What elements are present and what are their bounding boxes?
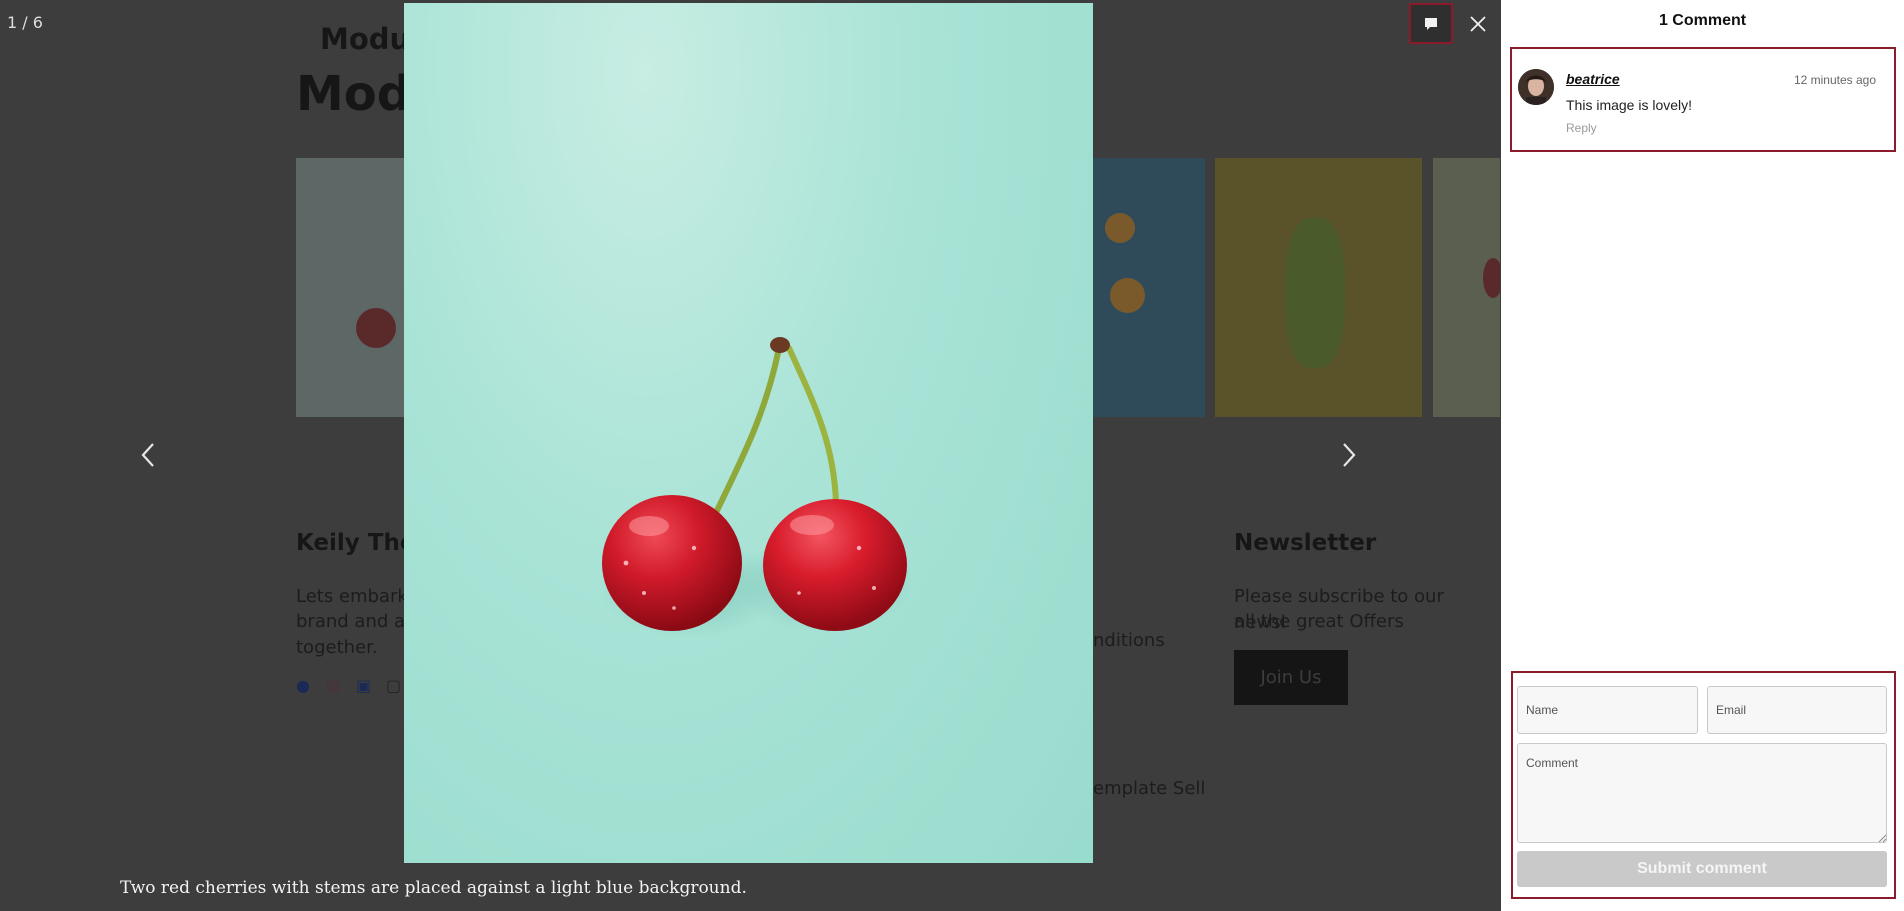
chevron-right-icon <box>1343 443 1356 467</box>
cherries-illustration <box>599 337 914 638</box>
comment-timestamp: 12 minutes ago <box>1793 73 1876 87</box>
comments-sidebar: 1 Comment beatrice 12 minutes ago This i… <box>1501 0 1904 911</box>
comment-icon <box>1425 17 1437 30</box>
submit-comment-button[interactable]: Submit comment <box>1517 851 1887 887</box>
close-icon <box>1470 15 1486 32</box>
avatar <box>1518 69 1554 105</box>
bg-newsletter-text-line: all the great Offers <box>1234 611 1404 632</box>
chevron-left-icon <box>141 443 154 467</box>
comment-author[interactable]: beatrice <box>1566 71 1620 87</box>
bg-join-button: Join Us <box>1234 650 1348 705</box>
bg-facebook-icon: ● <box>296 676 310 695</box>
bg-footer-link-fragment: emplate Sell <box>1093 778 1206 799</box>
bg-gallery-card <box>1433 158 1500 417</box>
bg-footer-heading: Keily The <box>296 530 416 556</box>
bg-nav-title: Modu <box>320 22 411 56</box>
bg-newsletter-heading: Newsletter <box>1234 530 1377 556</box>
previous-image-button[interactable] <box>136 440 160 470</box>
image-caption: Two red cherries with stems are placed a… <box>120 878 747 898</box>
toggle-comments-button[interactable] <box>1409 3 1453 44</box>
email-field[interactable] <box>1707 686 1887 734</box>
bg-gallery-card <box>1215 158 1422 417</box>
image-counter: 1 / 6 <box>7 13 43 32</box>
resize-grip-icon[interactable] <box>1877 833 1887 843</box>
comment-item: beatrice 12 minutes ago This image is lo… <box>1510 47 1896 152</box>
comment-text: This image is lovely! <box>1566 97 1693 113</box>
comment-form: Submit comment <box>1511 671 1896 899</box>
close-lightbox-button[interactable] <box>1456 3 1500 44</box>
bg-hero-title: Mod <box>296 66 412 122</box>
bg-footer-link-fragment: nditions <box>1093 630 1165 651</box>
bg-footer-text-line: together. <box>296 637 378 658</box>
name-field[interactable] <box>1517 686 1698 734</box>
bg-footer-text-line: Lets embark <box>296 586 408 607</box>
lightbox-photo <box>404 3 1093 863</box>
comments-count-title: 1 Comment <box>1658 12 1747 29</box>
bg-footer-text-line: brand and a <box>296 611 406 632</box>
reply-link[interactable]: Reply <box>1566 121 1597 135</box>
bg-linkedin-icon: ▣ <box>356 676 372 695</box>
next-image-button[interactable] <box>1337 440 1361 470</box>
bg-chat-icon: ▢ <box>386 676 402 695</box>
comment-field[interactable] <box>1517 743 1887 843</box>
bg-instagram-icon: ◎ <box>326 676 340 695</box>
bg-gallery-card <box>1085 158 1205 417</box>
